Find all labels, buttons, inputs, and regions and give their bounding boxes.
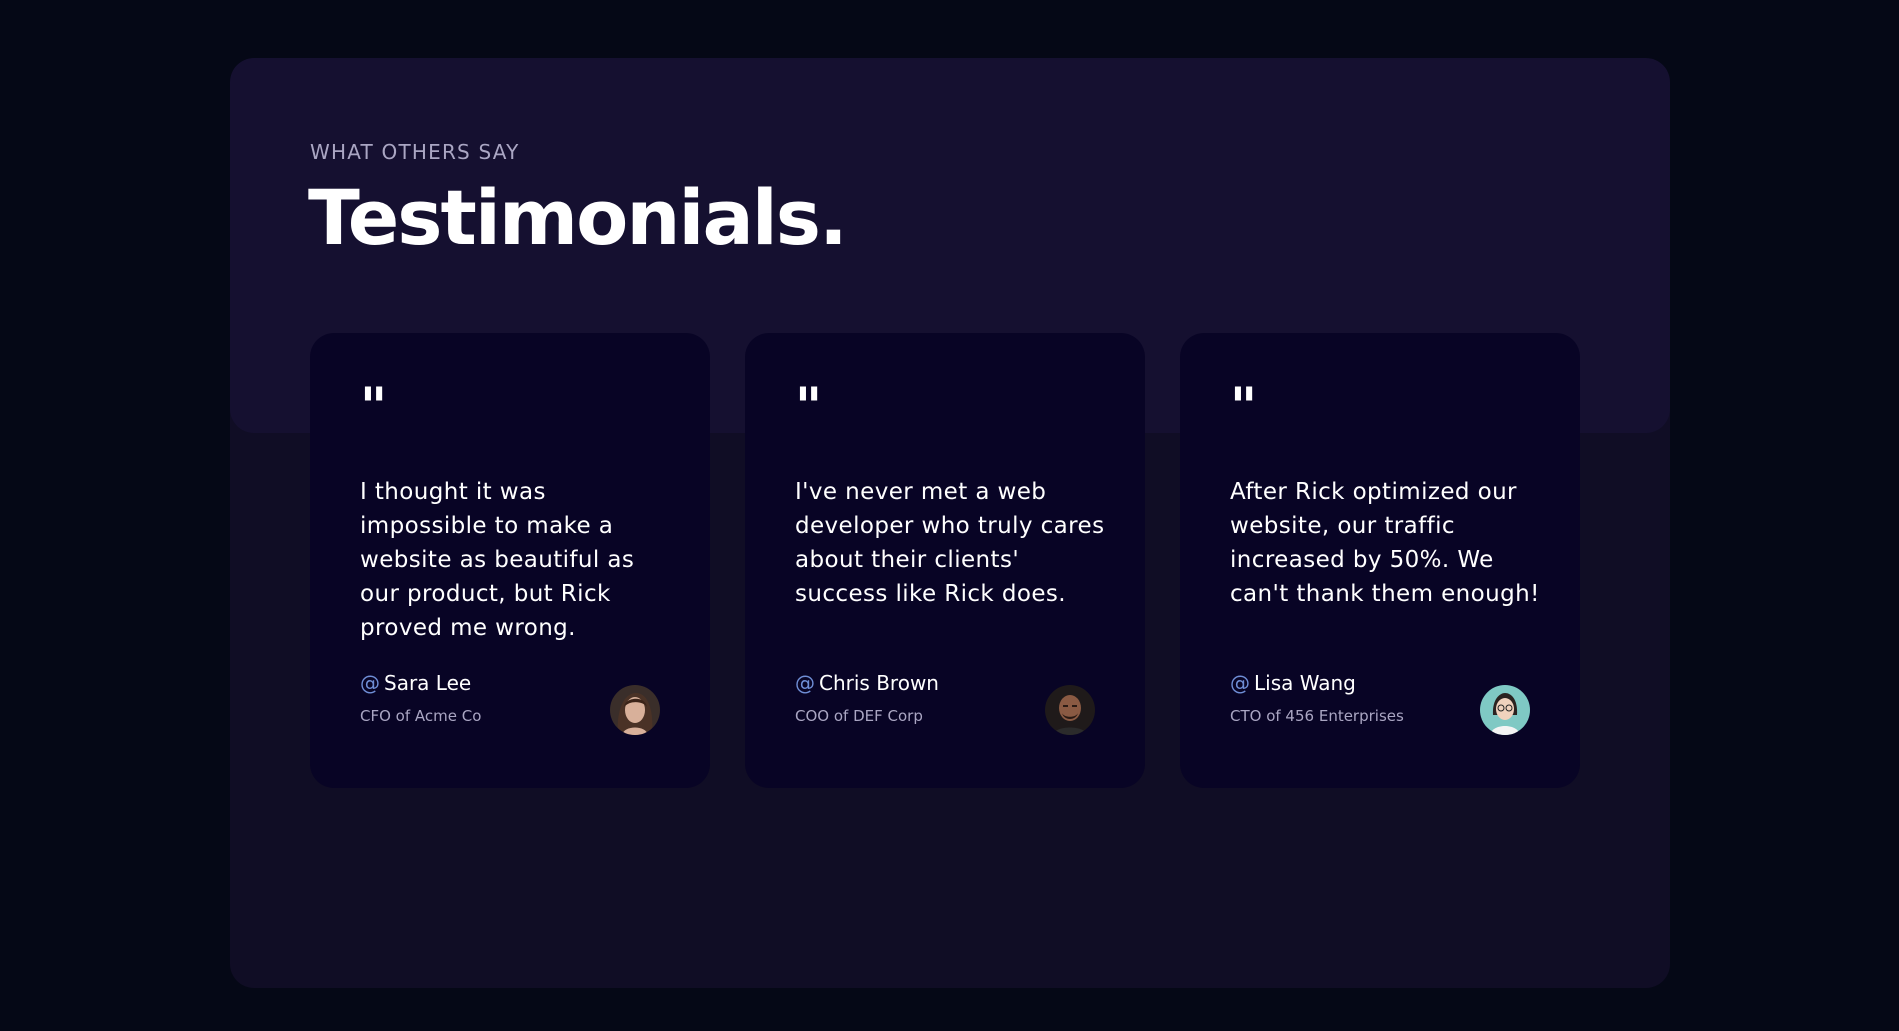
- quote-icon: ": [1230, 377, 1258, 437]
- testimonials-section: What others say Testimonials. " I though…: [230, 58, 1670, 988]
- avatar: [1045, 685, 1095, 735]
- woman-glasses-portrait-avatar-icon: [1480, 685, 1530, 735]
- testimonial-card: " I thought it was impossible to make a …: [310, 333, 710, 788]
- testimonial-card: " After Rick optimized our website, our …: [1180, 333, 1580, 788]
- testimonial-author: @ Sara Lee: [360, 671, 471, 695]
- at-symbol: @: [1230, 671, 1250, 695]
- testimonial-author: @ Lisa Wang: [1230, 671, 1356, 695]
- quote-icon: ": [795, 377, 823, 437]
- author-name: Sara Lee: [384, 671, 472, 695]
- at-symbol: @: [360, 671, 380, 695]
- testimonial-text: I've never met a web developer who truly…: [795, 479, 1105, 607]
- avatar: [610, 685, 660, 735]
- author-role: COO of DEF Corp: [795, 707, 923, 725]
- at-symbol: @: [795, 671, 815, 695]
- section-title: Testimonials.: [308, 173, 848, 262]
- quote-icon: ": [360, 377, 388, 437]
- avatar: [1480, 685, 1530, 735]
- author-name: Lisa Wang: [1254, 671, 1356, 695]
- testimonial-card: " I've never met a web developer who tru…: [745, 333, 1145, 788]
- testimonial-text: After Rick optimized our website, our tr…: [1230, 479, 1540, 607]
- woman-portrait-avatar-icon: [610, 685, 660, 735]
- author-role: CTO of 456 Enterprises: [1230, 707, 1404, 725]
- testimonial-author: @ Chris Brown: [795, 671, 939, 695]
- author-name: Chris Brown: [819, 671, 939, 695]
- testimonial-text: I thought it was impossible to make a we…: [360, 479, 635, 641]
- man-portrait-avatar-icon: [1045, 685, 1095, 735]
- testimonial-cards: " I thought it was impossible to make a …: [310, 333, 1590, 788]
- section-subtitle: What others say: [310, 140, 520, 164]
- author-role: CFO of Acme Co: [360, 707, 482, 725]
